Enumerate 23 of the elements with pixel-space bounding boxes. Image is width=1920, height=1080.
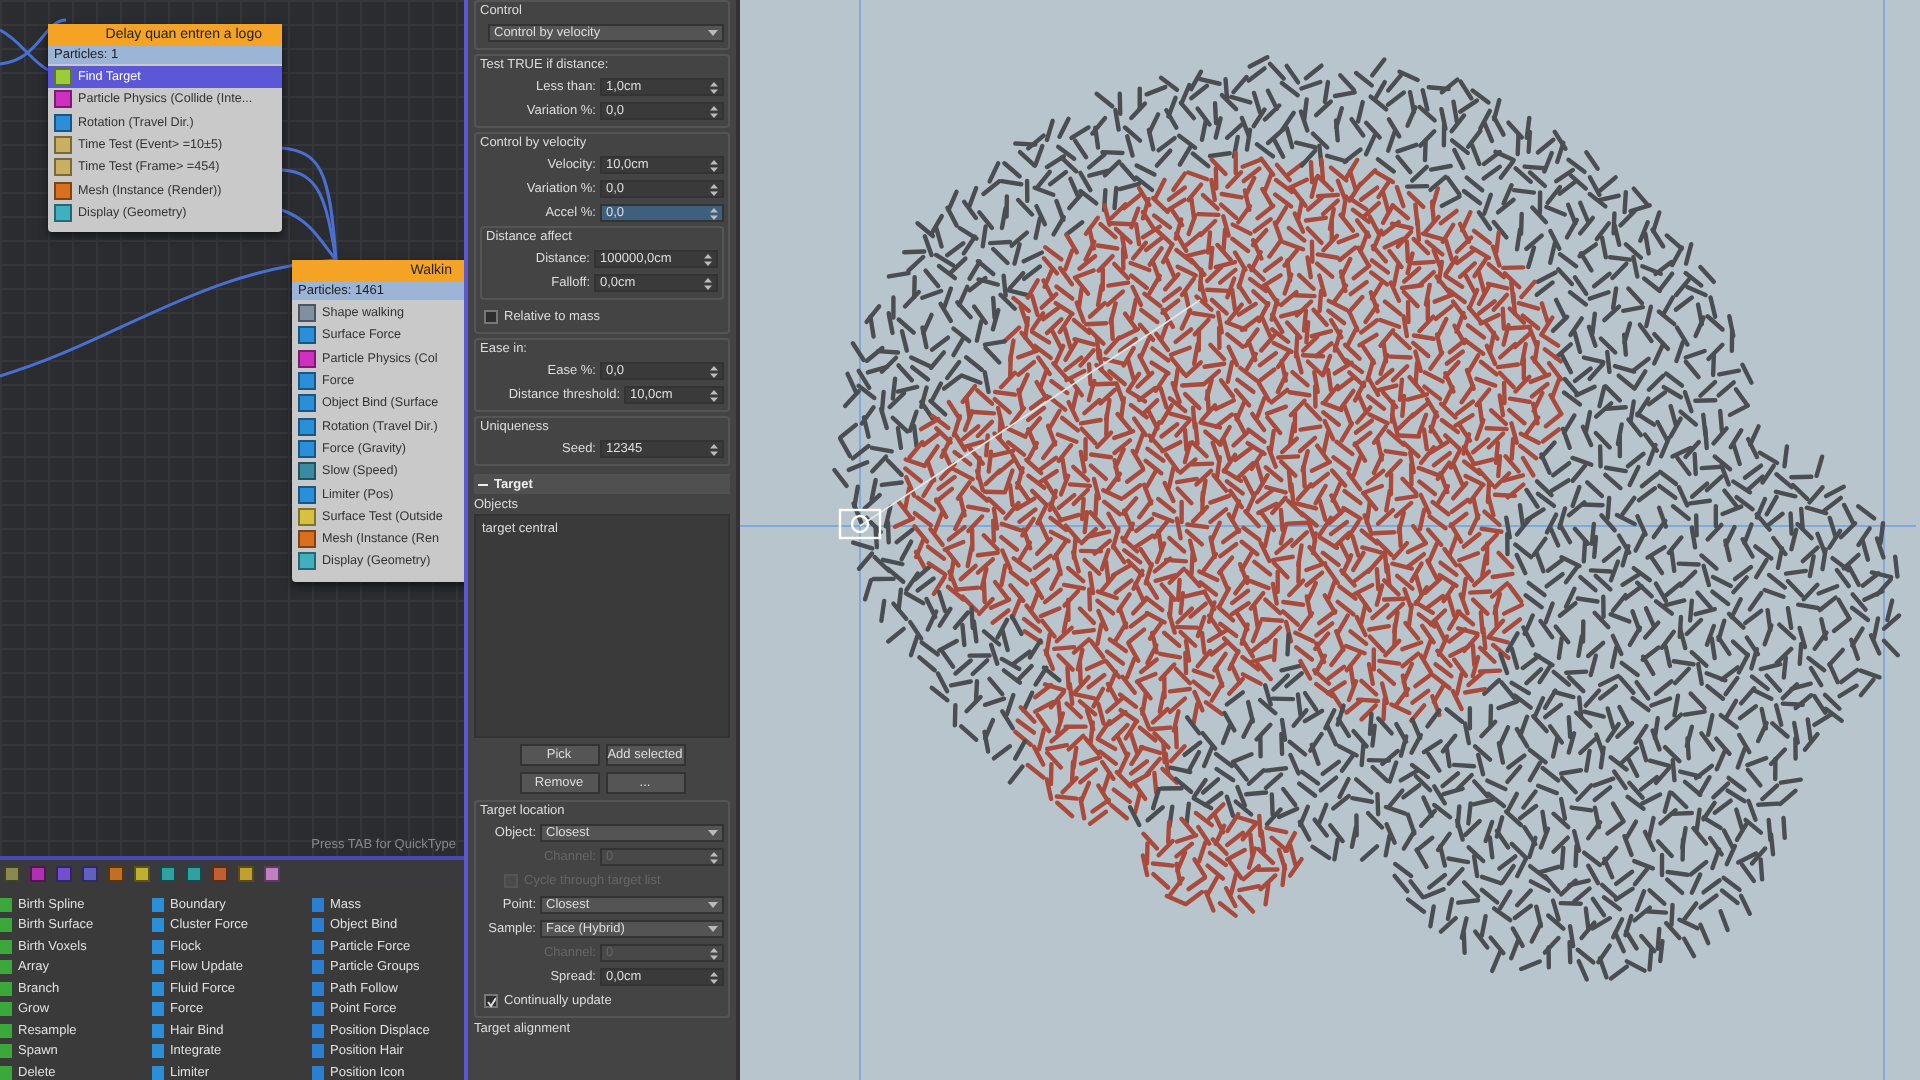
collapse-icon [478, 479, 488, 489]
spinner-arrows-icon [710, 947, 718, 959]
spinner-arrows-icon [710, 183, 718, 195]
spinner-arrows-icon [710, 389, 718, 401]
spinner-arrows-icon [704, 253, 712, 265]
caret-icon [708, 926, 718, 932]
connection-wire [0, 28, 49, 72]
spinner-arrows-icon [710, 851, 718, 863]
spinner-arrows-icon [710, 207, 718, 219]
spinner-arrows-icon [710, 81, 718, 93]
spinner-arrows-icon [710, 159, 718, 171]
checkbox[interactable] [484, 994, 498, 1008]
spinner-arrows-icon [710, 365, 718, 377]
spinner-arrows-icon [710, 105, 718, 117]
caret-icon [708, 902, 718, 908]
spinner-arrows-icon [710, 971, 718, 983]
spinner-arrows-icon [710, 443, 718, 455]
caret-icon [708, 830, 718, 836]
target-gizmo-icon [838, 508, 882, 540]
event-node[interactable] [292, 260, 464, 582]
checkbox[interactable] [484, 310, 498, 324]
caret-icon [708, 30, 718, 36]
spinner-arrows-icon [704, 277, 712, 289]
